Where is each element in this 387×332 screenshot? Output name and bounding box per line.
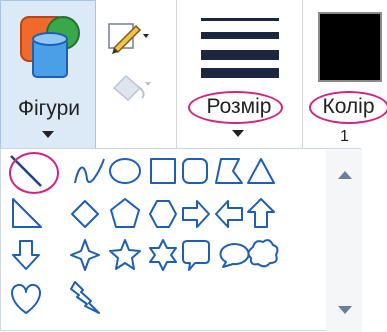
lightning-shape-button[interactable] <box>70 281 100 314</box>
chevron-down-icon <box>232 130 244 137</box>
rounded-rectangle-shape-button[interactable] <box>182 158 208 184</box>
pencil-outline-icon[interactable] <box>108 20 152 54</box>
color-number: 1 <box>340 128 349 145</box>
line-size-icon <box>201 18 279 78</box>
five-point-star-shape-button[interactable] <box>109 239 141 270</box>
oval-callout-shape-button[interactable] <box>219 243 250 268</box>
scroll-up-icon[interactable] <box>338 171 352 179</box>
hexagon-shape-button[interactable] <box>149 200 177 228</box>
up-arrow-shape-button[interactable] <box>247 198 275 228</box>
heart-shape-button[interactable] <box>11 283 41 314</box>
size-highlight-oval <box>188 91 283 124</box>
line-highlight-oval <box>9 152 59 194</box>
six-point-star-shape-button[interactable] <box>149 239 177 271</box>
color-highlight-oval <box>309 91 387 124</box>
curve-shape-button[interactable] <box>74 158 105 184</box>
rounded-rect-callout-shape-button[interactable] <box>182 240 210 271</box>
pentagon-shape-button[interactable] <box>110 198 140 228</box>
ribbon-separator <box>176 0 177 150</box>
cloud-callout-shape-button[interactable] <box>247 239 279 268</box>
ribbon: Фігури Розмір Колір 1 <box>0 0 387 150</box>
shapes-label: Фігури <box>18 97 80 120</box>
shapes-gallery <box>0 148 362 332</box>
gallery-scrollbar[interactable] <box>326 149 362 332</box>
scroll-down-icon[interactable] <box>338 306 352 314</box>
paint-bucket-fill-icon[interactable] <box>110 68 154 102</box>
right-arrow-shape-button[interactable] <box>182 200 210 228</box>
polygon-shape-button[interactable] <box>215 158 243 184</box>
left-arrow-shape-button[interactable] <box>215 200 243 228</box>
chevron-down-icon <box>42 131 54 138</box>
ribbon-separator <box>302 0 303 150</box>
oval-shape-button[interactable] <box>109 158 141 184</box>
diamond-shape-button[interactable] <box>71 200 99 228</box>
shapes-icon <box>20 16 80 78</box>
shapes-button[interactable]: Фігури <box>0 0 96 150</box>
right-triangle-shape-button[interactable] <box>12 198 42 228</box>
color-1-swatch <box>318 12 382 82</box>
triangle-shape-button[interactable] <box>247 158 275 184</box>
down-arrow-shape-button[interactable] <box>12 240 40 270</box>
four-point-star-shape-button[interactable] <box>70 239 100 271</box>
rectangle-shape-button[interactable] <box>150 158 176 184</box>
